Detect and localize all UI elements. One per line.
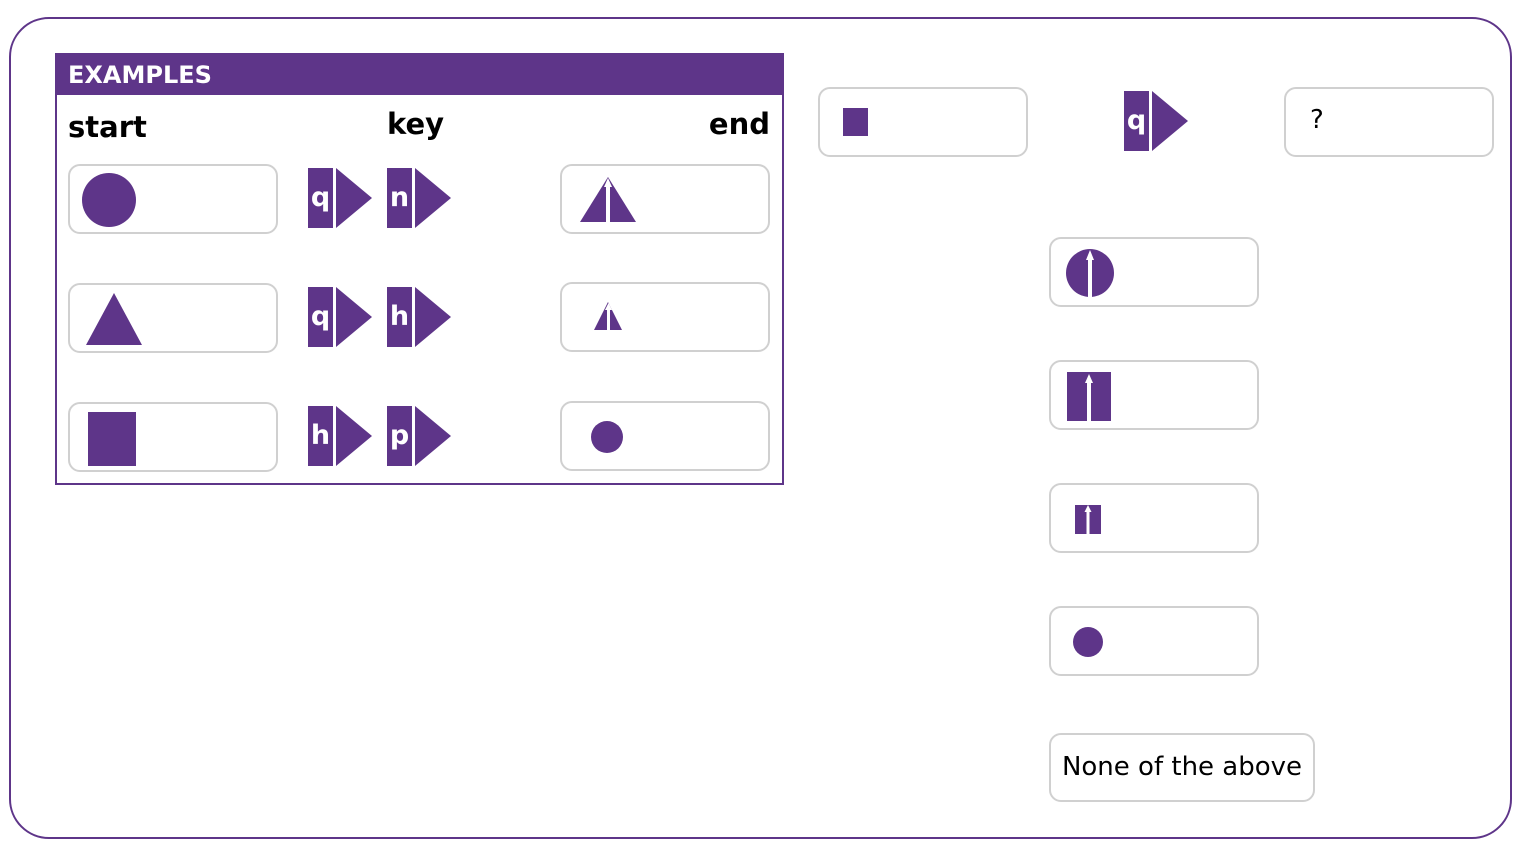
- example-2-key-1: q: [308, 287, 372, 347]
- example-3-key-2: p: [387, 406, 451, 466]
- key-letter: h: [310, 420, 331, 451]
- examples-title: EXAMPLES: [57, 55, 782, 95]
- example-1-end: [560, 164, 770, 234]
- example-1-key-1: q: [308, 168, 372, 228]
- square-with-arrow-icon: [1067, 372, 1111, 421]
- question-key: q: [1124, 91, 1188, 151]
- option-4[interactable]: [1049, 606, 1259, 676]
- circle-with-arrow-icon: [1066, 249, 1114, 297]
- small-square-icon: [843, 108, 868, 136]
- triangle-with-arrow-icon: [580, 177, 636, 222]
- key-letter: q: [310, 182, 331, 213]
- example-3-start: [68, 402, 278, 472]
- key-letter: n: [389, 182, 410, 213]
- example-3-end: [560, 401, 770, 471]
- key-letter: q: [310, 301, 331, 332]
- example-1-start: [68, 164, 278, 234]
- small-square-with-arrow-icon: [1075, 505, 1101, 534]
- small-triangle-with-arrow-icon: [594, 302, 622, 330]
- key-letter: q: [1126, 105, 1147, 136]
- option-3[interactable]: [1049, 483, 1259, 553]
- end-column-label: end: [708, 107, 770, 141]
- example-2-end: [560, 282, 770, 352]
- start-column-label: start: [68, 110, 147, 144]
- key-column-label: key: [387, 107, 445, 141]
- option-none-of-the-above[interactable]: None of the above: [1049, 733, 1315, 802]
- example-2-start: [68, 283, 278, 353]
- large-triangle-icon: [86, 293, 142, 345]
- example-2-key-2: h: [387, 287, 451, 347]
- small-circle-icon: [1073, 627, 1103, 657]
- question-answer-slot: ?: [1284, 87, 1494, 157]
- option-2[interactable]: [1049, 360, 1259, 430]
- large-square-icon: [88, 412, 136, 466]
- question-mark: ?: [1310, 105, 1324, 135]
- option-1[interactable]: [1049, 237, 1259, 307]
- example-3-key-1: h: [308, 406, 372, 466]
- question-start: [818, 87, 1028, 157]
- key-letter: p: [389, 420, 410, 451]
- large-circle-icon: [82, 173, 136, 227]
- example-1-key-2: n: [387, 168, 451, 228]
- small-circle-icon: [591, 421, 623, 453]
- key-letter: h: [389, 301, 410, 332]
